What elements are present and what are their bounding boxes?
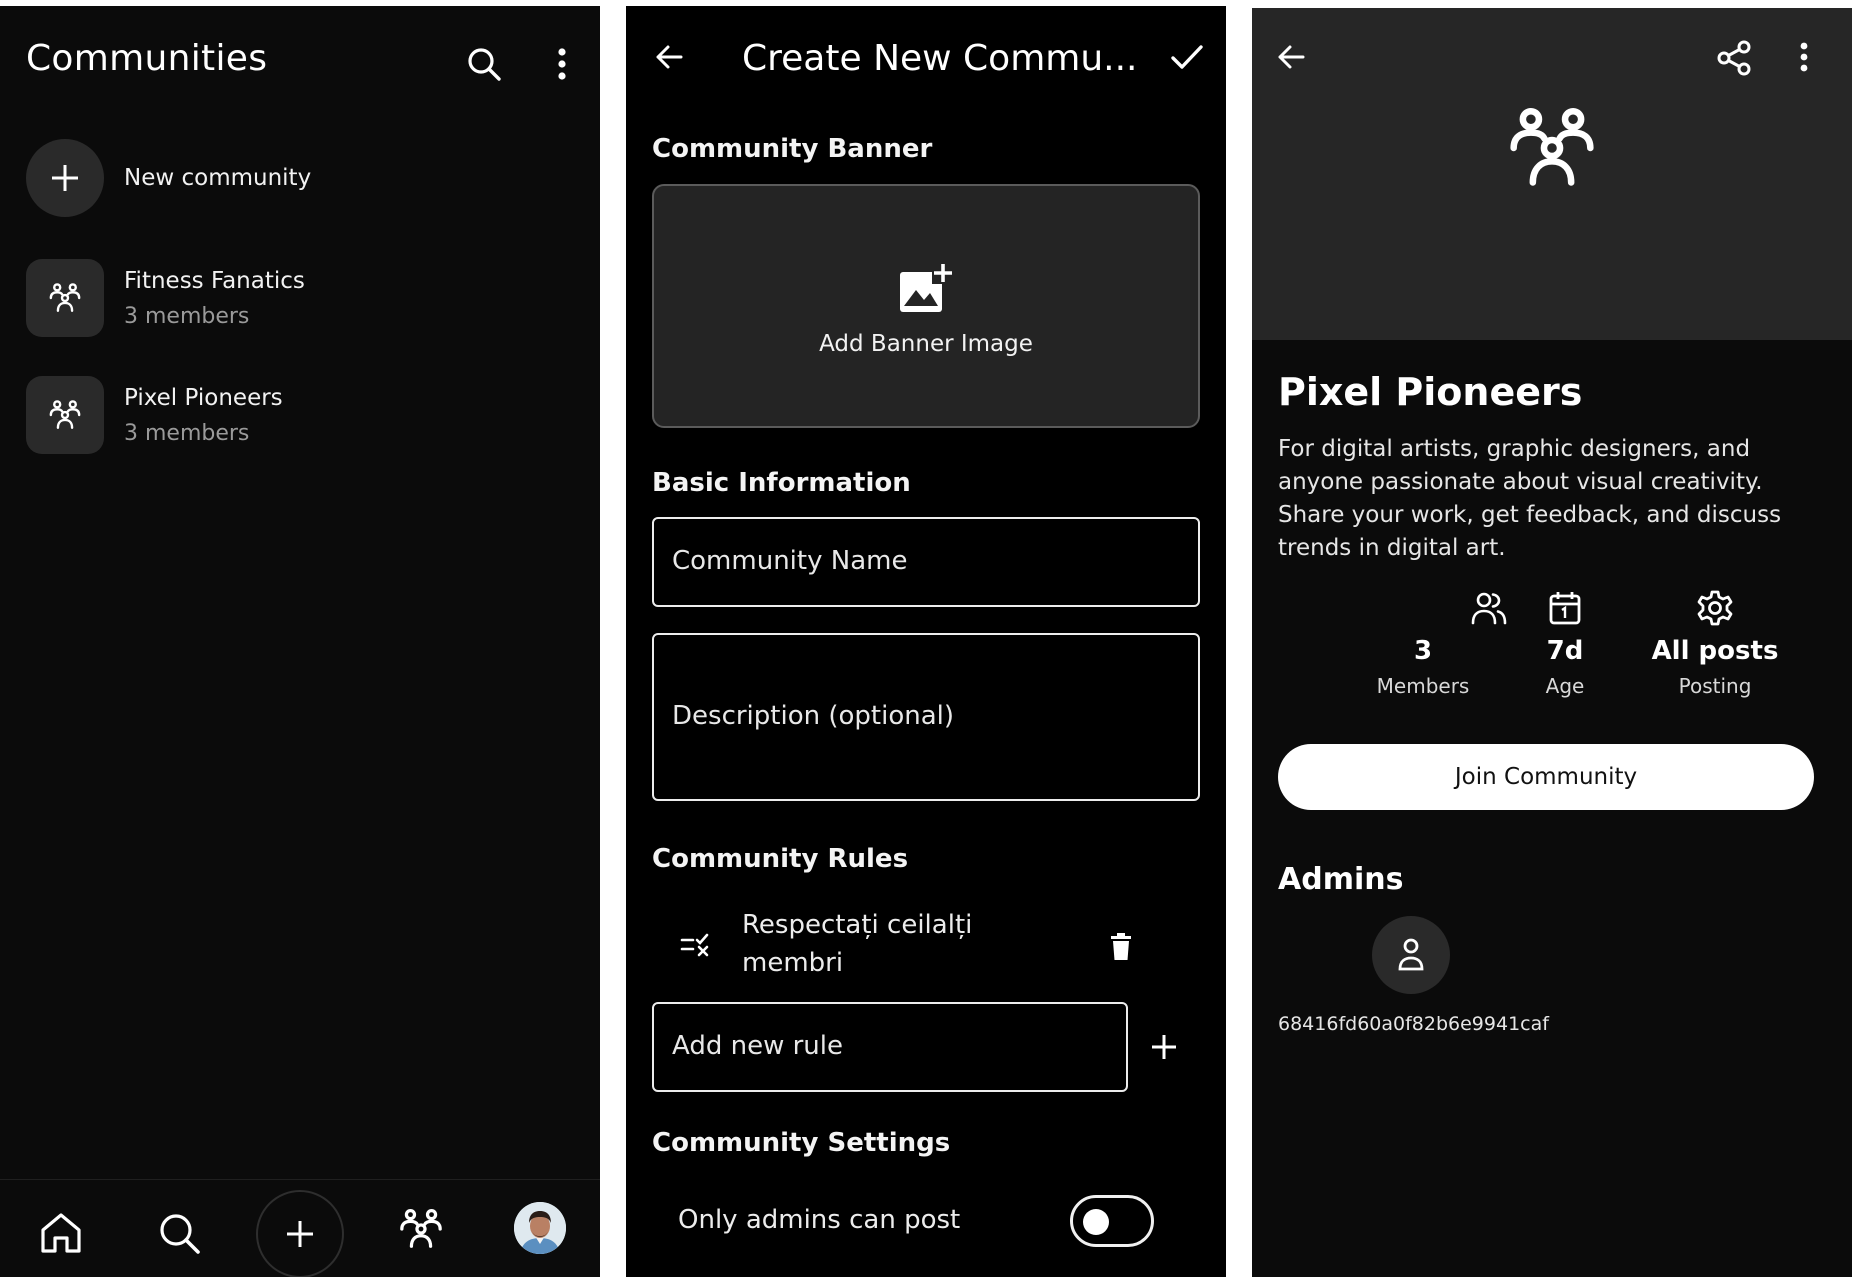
community-group-icon [1506, 102, 1598, 194]
admins-heading: Admins [1278, 862, 1404, 897]
rules-section-heading: Community Rules [652, 844, 909, 874]
banner-section-heading: Community Banner [652, 134, 933, 164]
posting-stat: All posts Posting [1630, 590, 1800, 698]
back-arrow-icon[interactable] [1276, 42, 1306, 72]
more-vert-icon[interactable] [548, 48, 576, 80]
community-name-field[interactable]: Community Name [652, 517, 1200, 607]
add-banner-image-button[interactable]: Add Banner Image [652, 184, 1200, 428]
plus-icon [50, 163, 80, 193]
new-community-avatar [26, 139, 104, 217]
only-admins-toggle[interactable] [1070, 1195, 1154, 1247]
person-icon [1396, 936, 1426, 972]
more-vert-icon[interactable] [1792, 42, 1816, 72]
community-group-icon [48, 281, 82, 315]
community-thumbnail [26, 376, 104, 454]
back-arrow-icon[interactable] [654, 42, 684, 72]
community-detail-screen: Pixel Pioneers For digital artists, grap… [1252, 8, 1852, 1277]
community-thumbnail [26, 259, 104, 337]
community-name: Fitness Fanatics [124, 267, 305, 294]
gear-icon [1697, 590, 1733, 626]
page-title: Create New Commu... [742, 38, 1138, 79]
bottom-navigation [0, 1179, 600, 1277]
community-member-count: 3 members [124, 420, 250, 446]
admin-id: 68416fd60a0f82b6e9941caf [1278, 1013, 1549, 1035]
toggle-knob [1083, 1209, 1109, 1235]
create-post-button[interactable] [256, 1190, 344, 1277]
calendar-icon [1548, 590, 1582, 626]
search-icon[interactable] [158, 1212, 202, 1256]
community-group-icon [48, 398, 82, 432]
add-banner-image-label: Add Banner Image [819, 331, 1033, 357]
posting-label: Posting [1678, 674, 1752, 698]
age-label: Age [1545, 674, 1585, 698]
community-description: For digital artists, graphic designers, … [1278, 436, 1782, 561]
only-admins-label: Only admins can post [678, 1205, 961, 1235]
plus-icon [285, 1219, 315, 1249]
communities-icon[interactable] [398, 1206, 444, 1252]
new-community-label: New community [124, 165, 312, 191]
description-placeholder: Description (optional) [672, 701, 955, 731]
profile-avatar[interactable] [514, 1202, 566, 1254]
posting-value: All posts [1651, 636, 1779, 666]
new-community-button[interactable]: New community [26, 138, 566, 218]
checkmark-icon[interactable] [1170, 42, 1204, 72]
admin-avatar[interactable] [1372, 916, 1450, 994]
search-icon[interactable] [466, 46, 502, 82]
description-field[interactable]: Description (optional) [652, 633, 1200, 801]
rule-item-text: Respectați ceilalți membri [742, 910, 973, 978]
create-community-screen: Create New Commu... Community Banner Add… [626, 6, 1226, 1277]
basic-info-section-heading: Basic Information [652, 468, 911, 498]
age-stat: 7d Age [1480, 590, 1650, 698]
community-member-count: 3 members [124, 303, 250, 329]
add-photo-icon [898, 262, 954, 316]
add-rule-icon[interactable] [1150, 1033, 1178, 1061]
new-rule-field[interactable]: Add new rule [652, 1002, 1128, 1092]
join-community-button[interactable]: Join Community [1278, 744, 1814, 810]
home-icon[interactable] [38, 1210, 84, 1256]
community-list-item[interactable]: Pixel Pioneers 3 members [26, 375, 566, 455]
settings-section-heading: Community Settings [652, 1128, 951, 1158]
new-rule-placeholder: Add new rule [672, 1031, 843, 1061]
page-title: Communities [26, 38, 268, 79]
community-list-item[interactable]: Fitness Fanatics 3 members [26, 258, 566, 338]
rule-list-icon [680, 932, 710, 958]
age-value: 7d [1546, 636, 1584, 666]
community-banner [1252, 8, 1852, 340]
delete-rule-icon[interactable] [1110, 933, 1132, 961]
share-icon[interactable] [1716, 40, 1752, 76]
community-title: Pixel Pioneers [1278, 370, 1583, 414]
communities-screen: Communities New community Fitness Fanati… [0, 6, 600, 1277]
community-name: Pixel Pioneers [124, 384, 283, 411]
community-name-placeholder: Community Name [672, 546, 908, 576]
